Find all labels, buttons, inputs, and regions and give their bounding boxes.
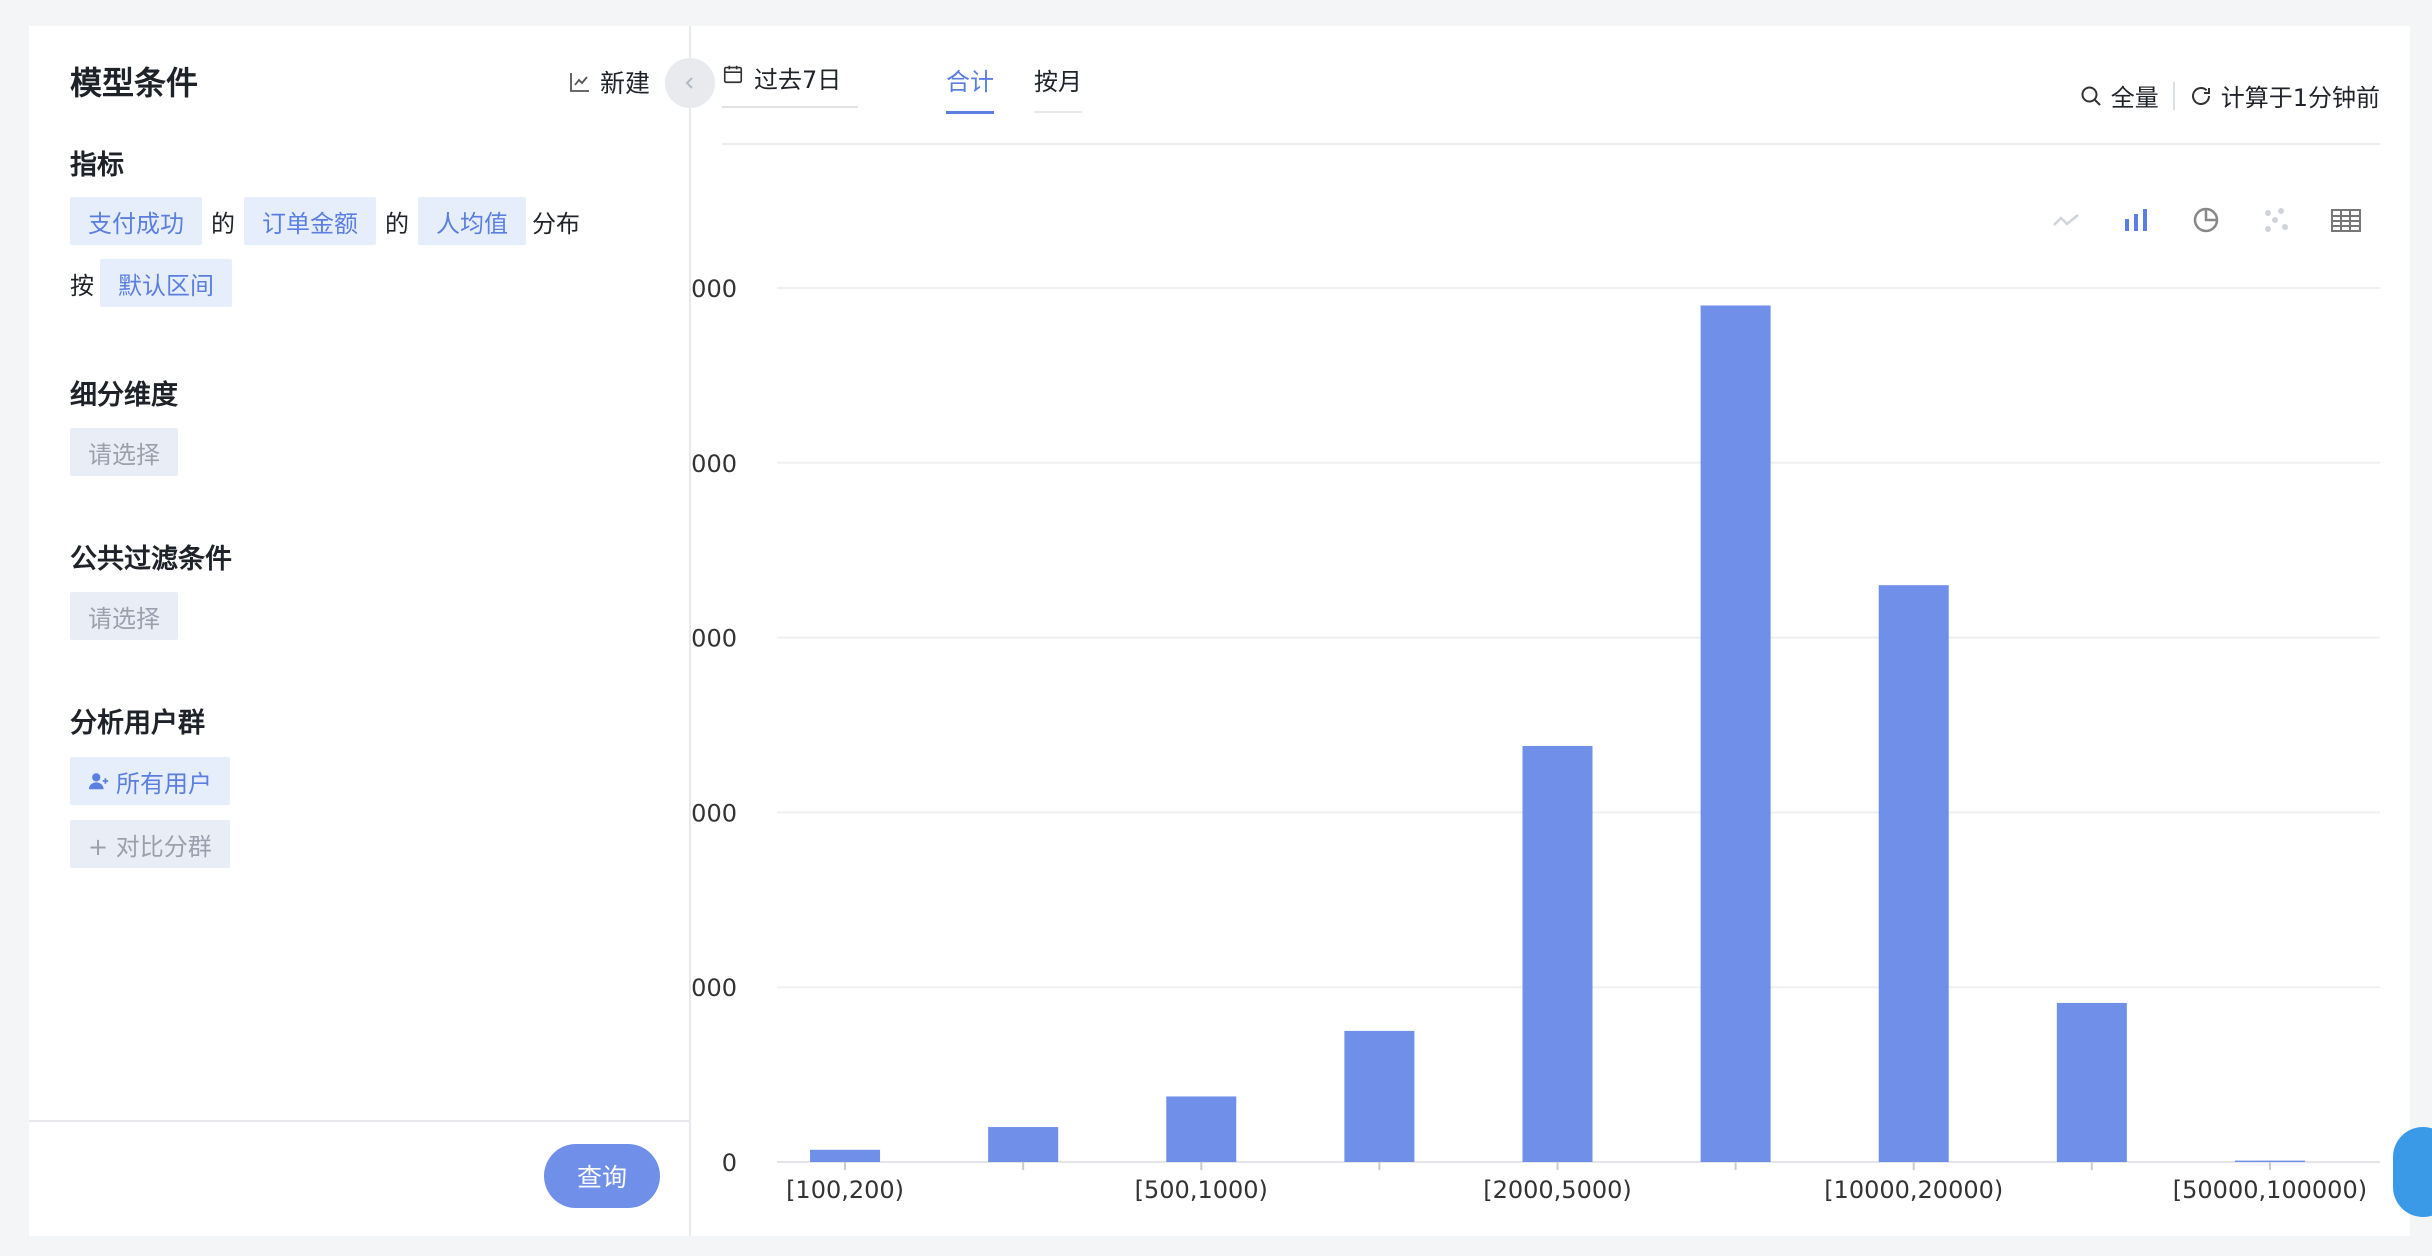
collapse-panel-button[interactable]	[665, 58, 715, 108]
by-text: 按	[70, 271, 94, 300]
chart-area: 过去7日 合计 按月 全量 计算于1分钟前 0 000 000 000 000 …	[692, 26, 2410, 1236]
y-tick-label: 2,000	[692, 799, 737, 827]
x-tick-label: [500,1000)	[1135, 1176, 1268, 1204]
metric-row: 支付成功 的 订单金额 的 人均值 分布	[70, 197, 589, 245]
of-text: 的	[385, 209, 409, 238]
distribution-text: 分布	[532, 209, 580, 238]
interval-tag[interactable]: 默认区间	[100, 259, 232, 307]
bar-chart: 0 1,000 2,000 3,000 4,000 5,000 [100,200) [500,…	[692, 275, 2380, 1204]
filters-row: 请选择	[70, 592, 178, 640]
user-icon	[88, 773, 109, 790]
bar	[1522, 745, 1593, 1162]
panel-title: 模型条件	[70, 64, 199, 102]
x-tick-label: [50000,100000)	[2173, 1176, 2367, 1204]
compare-row: + 对比分群	[70, 820, 230, 868]
chevron-left-icon	[685, 77, 693, 89]
assistant-bubble[interactable]	[2393, 1127, 2432, 1217]
bar	[810, 1149, 881, 1162]
bar	[1344, 1030, 1415, 1162]
breakdown-select[interactable]: 请选择	[70, 428, 178, 476]
main-card: 模型条件 新建 指标 支付成功 的 订单金额 的 人均值 分布 按 默认区间 细…	[29, 26, 2410, 1236]
interval-row: 按 默认区间	[70, 259, 232, 307]
new-button[interactable]: 新建	[568, 64, 650, 100]
event-tag[interactable]: 支付成功	[70, 197, 202, 245]
compare-group-button[interactable]: + 对比分群	[70, 820, 230, 868]
y-tick-label: 1,000	[692, 974, 737, 1002]
all-users-tag[interactable]: 所有用户	[70, 757, 230, 805]
breakdown-title: 细分维度	[70, 380, 178, 411]
user-group-row: 所有用户	[70, 757, 230, 805]
metric-section-title: 指标	[70, 150, 124, 181]
new-chart-icon	[570, 73, 589, 92]
filters-title: 公共过滤条件	[70, 544, 232, 575]
query-button[interactable]: 查询	[544, 1144, 660, 1208]
y-tick-label: 3,000	[692, 625, 737, 653]
y-tick-label: 5,000	[692, 275, 737, 303]
measure-tag[interactable]: 人均值	[418, 197, 526, 245]
bar	[1700, 305, 1771, 1163]
bar	[2234, 1160, 2305, 1162]
bar	[1166, 1096, 1237, 1162]
property-tag[interactable]: 订单金额	[244, 197, 376, 245]
y-tick-label: 4,000	[692, 450, 737, 478]
x-tick-label: [2000,5000)	[1483, 1176, 1632, 1204]
model-conditions-panel: 模型条件 新建 指标 支付成功 的 订单金额 的 人均值 分布 按 默认区间 细…	[29, 26, 691, 1236]
bar	[988, 1127, 1059, 1162]
y-tick-label: 0	[722, 1149, 737, 1177]
filter-select[interactable]: 请选择	[70, 592, 178, 640]
breakdown-row: 请选择	[70, 428, 178, 476]
new-label: 新建	[600, 69, 651, 98]
bar	[2056, 1002, 2127, 1162]
bar	[1878, 585, 1949, 1162]
user-group-title: 分析用户群	[70, 708, 205, 739]
of-text: 的	[211, 209, 235, 238]
x-tick-label: [10000,20000)	[1824, 1176, 2003, 1204]
x-tick-label: [100,200)	[786, 1176, 904, 1204]
all-users-label: 所有用户	[116, 769, 212, 798]
